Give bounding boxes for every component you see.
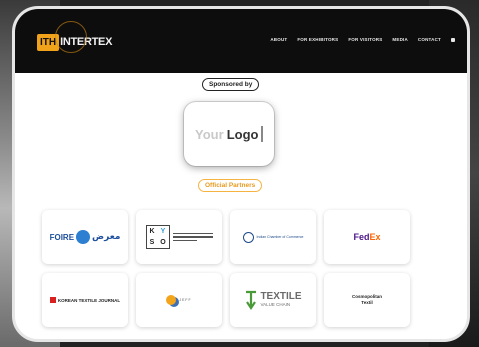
nav-link-visitors[interactable]: FOR VISITORS [348, 37, 382, 42]
logo-swoosh-icon [55, 21, 87, 53]
nav-link-exhibitors[interactable]: FOR EXHIBITORS [297, 37, 338, 42]
partner-card-kyso[interactable]: K Y S O [136, 210, 222, 264]
official-partners-label: Official Partners [198, 179, 263, 192]
kyso-logo: K Y S O [145, 225, 170, 249]
nav-link-media[interactable]: MEDIA [392, 37, 408, 42]
sponsor-logo-placeholder[interactable]: Your Logo [184, 102, 274, 166]
nav-link-contact[interactable]: CONTACT [418, 37, 441, 42]
menu-icon[interactable] [451, 37, 455, 42]
chamber-name: Indian Chamber of Commerce [256, 235, 304, 239]
placeholder-your: Your [195, 126, 224, 142]
nav-links: ABOUT FOR EXHIBITORS FOR VISITORS MEDIA … [270, 37, 455, 42]
partner-card-chamber[interactable]: Indian Chamber of Commerce [230, 210, 316, 264]
cursor-bar [261, 126, 263, 142]
site-logo[interactable]: ITH INTERTEX [37, 21, 112, 53]
sponsored-by-label: Sponsored by [202, 78, 260, 91]
navbar: ITH INTERTEX ABOUT FOR EXHIBITORS FOR VI… [15, 9, 467, 73]
partner-card-cosmopolitan[interactable]: Cosmopolitan Textil [324, 273, 410, 327]
tvc-subtitle: VALUE CHAIN [260, 302, 291, 307]
tvc-arrow-icon [246, 290, 257, 310]
partner-card-fedex[interactable]: FedEx [324, 210, 410, 264]
korean-red-icon [49, 297, 56, 303]
cosmo-subtitle: Textil [361, 300, 373, 305]
placeholder-logo: Logo [226, 126, 259, 142]
partner-card-korean-textile[interactable]: KOREAN TEXTILE JOURNAL [42, 273, 128, 327]
jeff-name: JEFF [179, 298, 192, 302]
tvc-title: TEXTILE [260, 291, 302, 302]
foire-globe-icon [76, 230, 91, 244]
partner-card-textile-value-chain[interactable]: TEXTILE VALUE CHAIN [230, 273, 316, 327]
foire-arabic: معرض [92, 232, 121, 242]
chamber-emblem-icon [242, 231, 254, 243]
partner-card-jeff[interactable]: JEFF [136, 273, 222, 327]
nav-link-about[interactable]: ABOUT [270, 37, 287, 42]
partner-card-foire[interactable]: FOIRE معرض [42, 210, 128, 264]
korean-textile-name: KOREAN TEXTILE JOURNAL [57, 297, 121, 303]
jeff-sun-icon [166, 295, 177, 305]
fedex-logo: FedEx [353, 232, 381, 242]
kyso-tagline-lines [172, 231, 213, 244]
foire-name: FOIRE [49, 232, 75, 242]
